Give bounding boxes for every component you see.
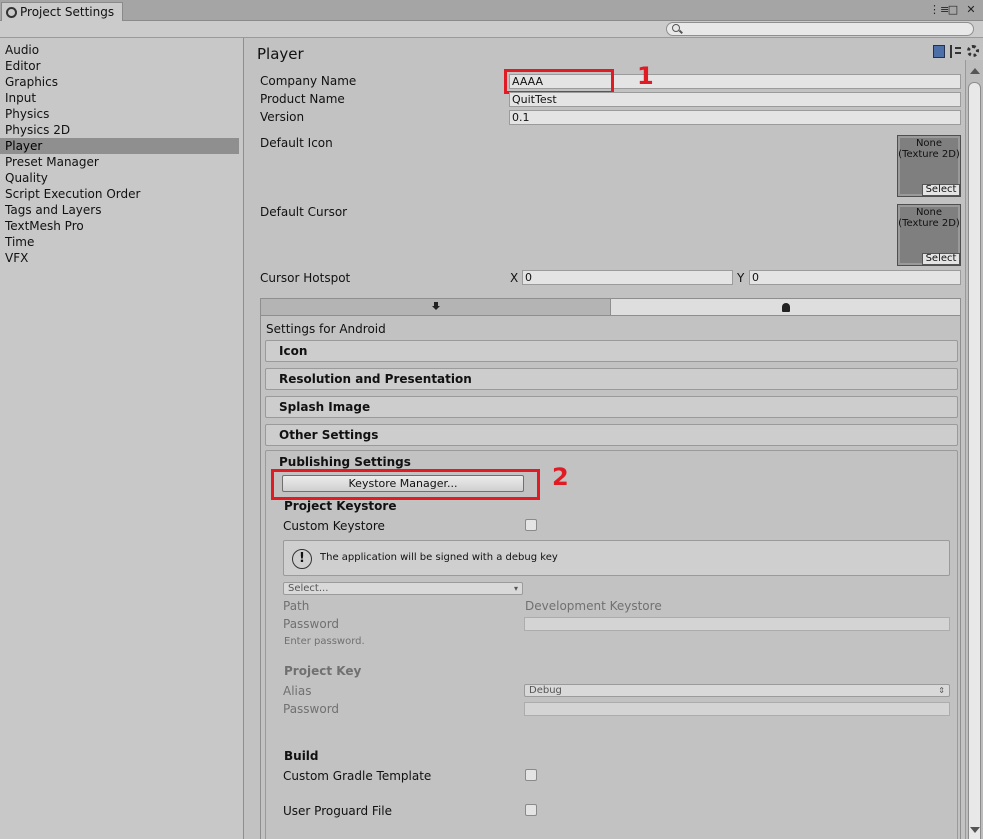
version-field[interactable]: 0.1 [509, 110, 961, 125]
build-heading: Build [284, 749, 319, 763]
sidebar-item-textmesh-pro[interactable]: TextMesh Pro [0, 218, 239, 234]
section-icon[interactable]: Icon [265, 340, 958, 362]
path-value: Development Keystore [525, 599, 662, 613]
default-icon-select-button[interactable]: Select [922, 184, 960, 196]
default-icon-slot[interactable]: None (Texture 2D) Select [897, 135, 961, 197]
custom-gradle-template-label: Custom Gradle Template [283, 769, 432, 783]
toolbar [0, 21, 983, 38]
sidebar-item-script-execution-order[interactable]: Script Execution Order [0, 186, 239, 202]
user-proguard-file-label: User Proguard File [283, 804, 393, 818]
sidebar-item-audio[interactable]: Audio [0, 42, 239, 58]
default-cursor-select-button[interactable]: Select [922, 253, 960, 265]
section-splash-image[interactable]: Splash Image [265, 396, 958, 418]
platform-tabs [260, 298, 961, 316]
settings-for-label: Settings for Android [266, 322, 386, 336]
sidebar-item-physics-2d[interactable]: Physics 2D [0, 122, 239, 138]
android-settings: Settings for Android Icon Resolution and… [260, 316, 961, 839]
window-menu-icon[interactable]: ⋮≡ [929, 3, 949, 16]
hotspot-x-label: X [510, 271, 519, 285]
key-password-label: Password [283, 702, 340, 716]
close-icon[interactable]: ✕ [965, 3, 977, 16]
default-cursor-label: Default Cursor [260, 205, 348, 219]
download-icon [431, 302, 440, 312]
sidebar-item-graphics[interactable]: Graphics [0, 74, 239, 90]
scroll-up-icon[interactable] [970, 68, 980, 74]
sidebar-item-editor[interactable]: Editor [0, 58, 239, 74]
default-icon-label: Default Icon [260, 136, 333, 150]
preset-icon[interactable] [950, 45, 962, 58]
tab-title: Project Settings [20, 5, 115, 19]
custom-gradle-template-checkbox[interactable] [525, 769, 537, 781]
custom-keystore-checkbox[interactable] [525, 519, 537, 531]
keystore-select-dropdown[interactable]: Select... ▾ [283, 582, 523, 595]
window-controls: ⋮≡ □ ✕ [929, 3, 977, 16]
search-input[interactable] [666, 22, 974, 36]
sidebar-item-time[interactable]: Time [0, 234, 239, 250]
product-name-field[interactable]: QuitTest [509, 92, 961, 107]
sidebar-item-physics[interactable]: Physics [0, 106, 239, 122]
sidebar-item-preset-manager[interactable]: Preset Manager [0, 154, 239, 170]
page-title: Player [257, 45, 304, 63]
player-settings-panel: Player Company Name AAAA 1 Product Name … [245, 38, 979, 839]
product-name-label: Product Name [260, 92, 345, 106]
company-name-label: Company Name [260, 74, 357, 88]
section-other-settings[interactable]: Other Settings [265, 424, 958, 446]
annotation-number-2: 2 [552, 463, 569, 491]
section-resolution-presentation[interactable]: Resolution and Presentation [265, 368, 958, 390]
dropdown-arrow-icon: ▾ [513, 584, 518, 593]
settings-sidebar: Audio Editor Graphics Input Physics Phys… [0, 38, 244, 839]
keystore-select-value: Select... [288, 583, 329, 594]
maximize-icon[interactable]: □ [947, 3, 959, 16]
settings-cog-icon[interactable] [967, 45, 979, 57]
version-label: Version [260, 110, 305, 124]
highlight-box-1 [504, 69, 614, 94]
publishing-settings-title[interactable]: Publishing Settings [279, 455, 411, 469]
project-keystore-heading: Project Keystore [284, 499, 397, 513]
custom-keystore-label: Custom Keystore [283, 519, 385, 533]
project-key-heading: Project Key [284, 664, 362, 678]
enter-password-hint: Enter password. [284, 636, 365, 647]
sidebar-item-tags-and-layers[interactable]: Tags and Layers [0, 202, 239, 218]
hotspot-y-label: Y [737, 271, 745, 285]
alias-label: Alias [283, 684, 312, 698]
scroll-down-icon[interactable] [970, 827, 980, 833]
hotspot-x-field[interactable]: 0 [522, 270, 733, 285]
cursor-hotspot-label: Cursor Hotspot [260, 271, 351, 285]
sidebar-item-vfx[interactable]: VFX [0, 250, 239, 266]
publishing-settings-section: Publishing Settings Keystore Manager... … [265, 450, 958, 839]
keystore-password-label: Password [283, 617, 340, 631]
hotspot-y-field[interactable]: 0 [749, 270, 961, 285]
search-icon [672, 24, 680, 32]
path-label: Path [283, 599, 310, 613]
sidebar-item-quality[interactable]: Quality [0, 170, 239, 186]
default-cursor-value: None (Texture 2D) [898, 207, 960, 229]
highlight-box-2 [271, 469, 540, 500]
help-book-icon[interactable] [933, 45, 945, 58]
vertical-scrollbar[interactable] [965, 60, 983, 839]
window-titlebar: Project Settings ⋮≡ □ ✕ [0, 0, 983, 21]
sidebar-item-input[interactable]: Input [0, 90, 239, 106]
user-proguard-file-checkbox[interactable] [525, 804, 537, 816]
alias-value: Debug [529, 685, 562, 696]
default-icon-value: None (Texture 2D) [898, 138, 960, 160]
tab-android[interactable] [610, 299, 960, 315]
tab-standalone[interactable] [261, 299, 610, 315]
project-settings-tab[interactable]: Project Settings [1, 2, 123, 21]
dropdown-arrow-icon: ⇕ [938, 686, 945, 695]
keystore-password-field[interactable] [524, 617, 950, 631]
alias-dropdown[interactable]: Debug ⇕ [524, 684, 950, 697]
default-cursor-slot[interactable]: None (Texture 2D) Select [897, 204, 961, 266]
sidebar-item-player[interactable]: Player [0, 138, 239, 154]
gear-icon [6, 6, 17, 18]
key-password-field[interactable] [524, 702, 950, 716]
scroll-thumb[interactable] [968, 82, 981, 839]
annotation-number-1: 1 [637, 62, 654, 90]
info-exclamation-icon: ! [292, 549, 312, 569]
info-text: The application will be signed with a de… [320, 552, 558, 563]
debug-key-info-box: ! The application will be signed with a … [283, 540, 950, 576]
android-icon [781, 302, 790, 312]
header-icons [933, 45, 979, 58]
